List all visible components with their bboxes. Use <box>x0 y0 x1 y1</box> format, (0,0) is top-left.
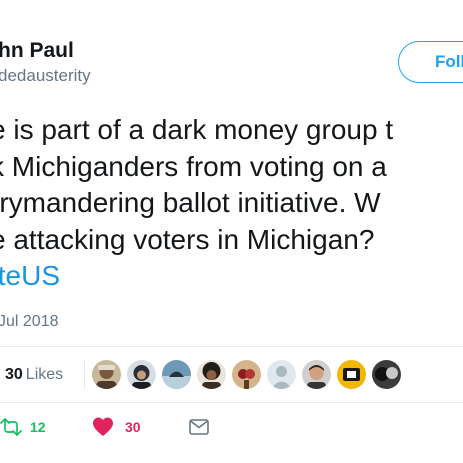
stat-separator <box>84 360 85 390</box>
mention-link[interactable]: tteUS <box>0 258 463 295</box>
like-count: 30 <box>125 419 141 435</box>
follow-button[interactable]: Foll <box>398 41 463 83</box>
retweet-icon <box>0 416 22 443</box>
liker-avatar[interactable] <box>197 360 226 389</box>
tweet-text-line: e is part of a dark money group t <box>0 114 394 145</box>
likes-label: Likes <box>25 366 64 383</box>
author-name[interactable]: hn Paul <box>0 38 74 64</box>
liker-avatar[interactable] <box>372 360 401 389</box>
likes-count: 30 <box>5 366 23 383</box>
tweet-text-line: k Michiganders from voting on a <box>0 150 387 182</box>
tweet-text-line: e attacking voters in Michigan? <box>0 223 375 255</box>
heart-icon <box>92 416 114 443</box>
liker-avatar[interactable] <box>127 360 156 389</box>
liker-avatar[interactable] <box>337 360 366 389</box>
tweet-date[interactable]: Jul 2018 <box>0 312 59 332</box>
tweet-actions: 12 30 <box>0 412 463 442</box>
liker-avatar[interactable] <box>92 360 121 389</box>
tweet-text-line: rrymandering ballot initiative. W <box>0 187 381 218</box>
liker-avatar[interactable] <box>232 360 261 389</box>
tweet-text: e is part of a dark money group t k Mich… <box>0 112 463 295</box>
retweet-button[interactable]: 12 <box>0 416 46 438</box>
follow-button-label: Foll <box>435 52 463 71</box>
tweet-card: hn Paul dedausterity Foll e is part of a… <box>0 0 463 463</box>
stats-bottom-divider <box>0 402 463 403</box>
likes-stat[interactable]: 30 Likes <box>5 364 63 386</box>
author-handle[interactable]: dedausterity <box>0 65 91 87</box>
stats-row: 30 Likes <box>0 348 463 402</box>
liker-avatar[interactable] <box>267 360 296 389</box>
liker-avatar[interactable] <box>302 360 331 389</box>
retweet-count: 12 <box>30 419 46 435</box>
like-button[interactable]: 30 <box>92 416 152 438</box>
stats-top-divider <box>0 346 463 347</box>
direct-message-button[interactable] <box>188 416 210 438</box>
liker-avatar[interactable] <box>162 360 191 389</box>
message-icon <box>188 416 210 443</box>
